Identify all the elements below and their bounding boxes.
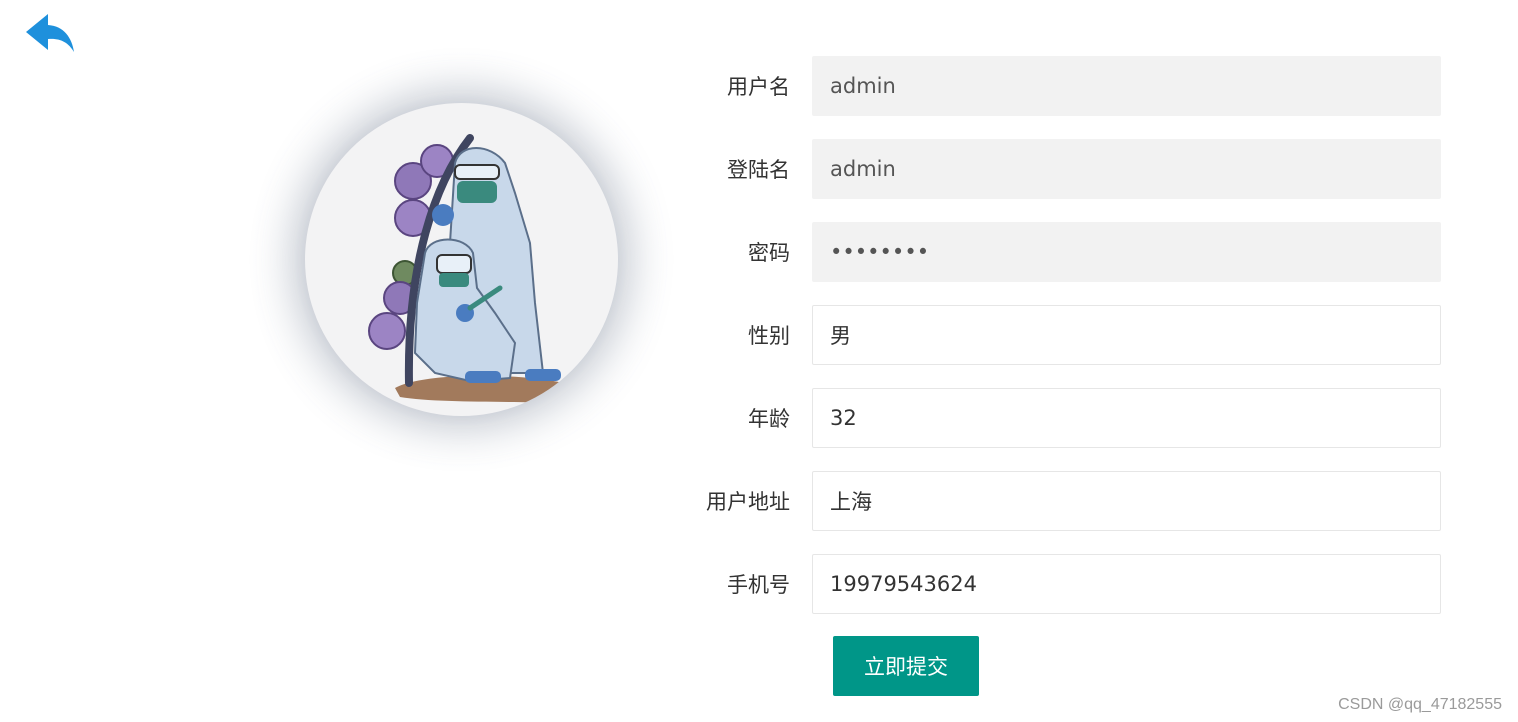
- avatar-illustration: [368, 134, 575, 403]
- watermark: CSDN @qq_47182555: [1338, 696, 1502, 713]
- gender-label: 性别: [748, 324, 790, 348]
- gender-field[interactable]: [812, 305, 1441, 365]
- page: 用户名 登陆名 密码 性别 年龄 用户地址 手机号 立即提交: [0, 0, 1518, 722]
- back-arrow-icon: [26, 14, 74, 52]
- submit-row: 立即提交: [700, 636, 1470, 696]
- form-row-age: 年龄: [700, 388, 1470, 448]
- form-row-phone: 手机号: [700, 554, 1470, 614]
- avatar: [305, 103, 618, 416]
- address-field[interactable]: [812, 471, 1441, 531]
- age-field[interactable]: [812, 388, 1441, 448]
- form-row-address: 用户地址: [700, 471, 1470, 531]
- form-row-username: 用户名: [700, 56, 1470, 116]
- age-label: 年龄: [748, 407, 790, 431]
- user-form: 用户名 登陆名 密码 性别 年龄 用户地址 手机号 立即提交: [700, 56, 1470, 696]
- login-name-field[interactable]: [812, 139, 1441, 199]
- phone-label: 手机号: [727, 573, 790, 597]
- back-button[interactable]: [22, 10, 78, 58]
- password-field[interactable]: [812, 222, 1441, 282]
- form-row-login-name: 登陆名: [700, 139, 1470, 199]
- form-row-password: 密码: [700, 222, 1470, 282]
- form-row-gender: 性别: [700, 305, 1470, 365]
- login-name-label: 登陆名: [727, 158, 790, 182]
- password-label: 密码: [748, 241, 790, 265]
- submit-button[interactable]: 立即提交: [833, 636, 979, 696]
- username-label: 用户名: [727, 75, 790, 99]
- username-field[interactable]: [812, 56, 1441, 116]
- phone-field[interactable]: [812, 554, 1441, 614]
- address-label: 用户地址: [706, 490, 790, 514]
